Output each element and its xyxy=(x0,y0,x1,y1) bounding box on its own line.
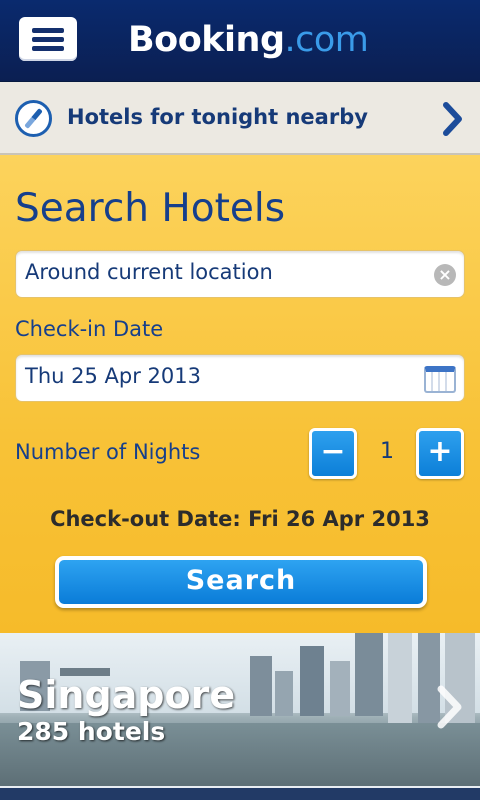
search-panel: Search Hotels Around current location × … xyxy=(0,155,480,633)
nights-label: Number of Nights xyxy=(15,440,201,464)
increase-nights-button[interactable]: + xyxy=(416,428,464,479)
chevron-right-icon xyxy=(437,685,462,729)
page-title: Search Hotels xyxy=(15,186,286,231)
app-header: Booking.com xyxy=(0,0,480,82)
skyline-building xyxy=(300,646,324,716)
location-value: Around current location xyxy=(25,260,273,284)
nights-value: 1 xyxy=(380,439,394,464)
checkin-label: Check-in Date xyxy=(15,317,164,341)
hamburger-line xyxy=(32,46,64,51)
nearby-hotels-bar[interactable]: Hotels for tonight nearby xyxy=(0,82,480,155)
clear-icon[interactable]: × xyxy=(434,264,456,286)
calendar-icon[interactable] xyxy=(424,366,456,393)
skyline-building xyxy=(355,633,383,716)
skyline-building xyxy=(250,656,272,716)
destination-card-singapore[interactable]: Singapore 285 hotels xyxy=(0,633,480,786)
hamburger-line xyxy=(32,37,64,42)
checkout-date-text: Check-out Date: Fri 26 Apr 2013 xyxy=(50,507,430,531)
search-button[interactable]: Search xyxy=(55,556,427,608)
checkin-value: Thu 25 Apr 2013 xyxy=(25,364,201,388)
skyline-building xyxy=(388,633,412,726)
skyline-building xyxy=(275,671,293,716)
destination-hotel-count: 285 hotels xyxy=(17,717,166,746)
compass-icon xyxy=(15,100,52,137)
skyline-building xyxy=(330,661,350,716)
chevron-right-icon xyxy=(443,102,462,136)
checkin-date-field[interactable]: Thu 25 Apr 2013 xyxy=(15,354,465,402)
logo-secondary: .com xyxy=(284,20,369,60)
next-destination-card[interactable] xyxy=(0,786,480,800)
nearby-hotels-label: Hotels for tonight nearby xyxy=(67,105,368,129)
decrease-nights-button[interactable]: − xyxy=(309,428,357,479)
hamburger-menu-icon xyxy=(32,28,64,33)
menu-button[interactable] xyxy=(19,17,77,61)
destination-name: Singapore xyxy=(17,673,236,717)
booking-logo: Booking.com xyxy=(128,20,369,60)
location-input[interactable]: Around current location × xyxy=(15,250,465,298)
logo-primary: Booking xyxy=(128,20,285,60)
